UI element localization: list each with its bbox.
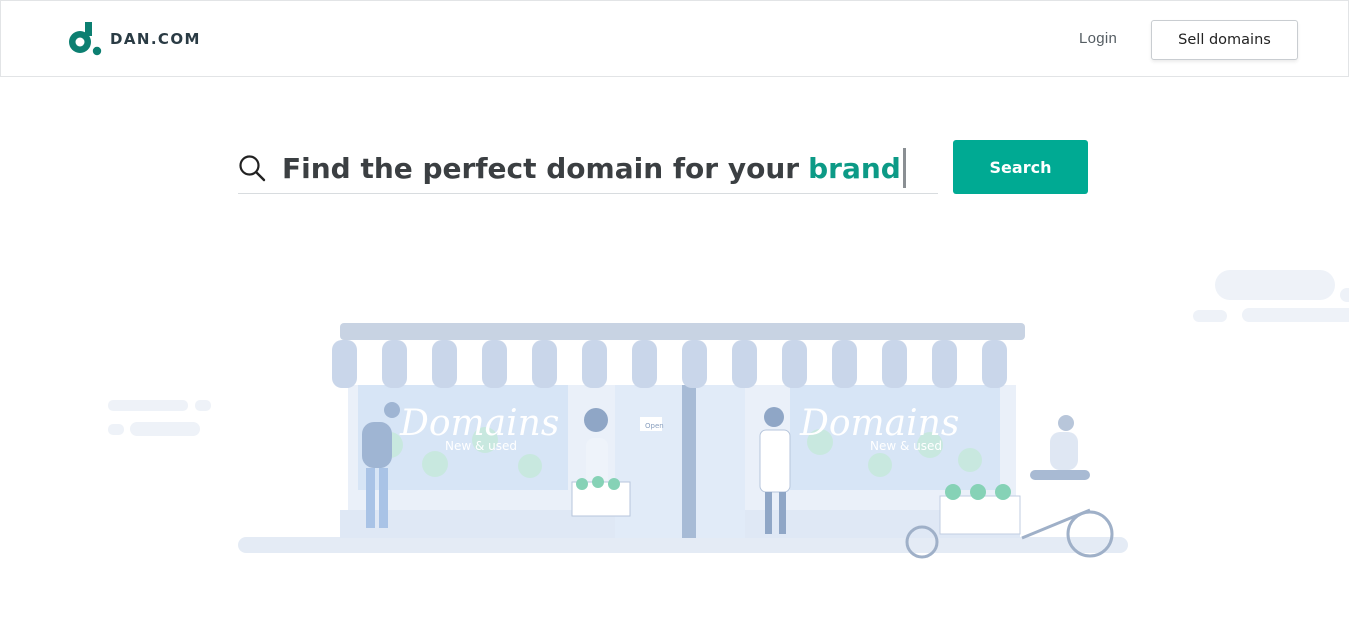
search-prompt-text: Find the perfect domain for your [282, 151, 800, 185]
cloud-left [108, 400, 211, 436]
window-sign-left: Domains [399, 403, 559, 444]
shop-door [615, 385, 745, 538]
text-caret [902, 148, 906, 188]
search-button[interactable]: Search [953, 140, 1088, 194]
dan-logo-icon [69, 22, 102, 56]
awning-stripes [332, 340, 1032, 388]
window-sign-right: Domains [799, 403, 959, 444]
storefront-illustration: Domains New & used Domains New & used Op… [108, 270, 1349, 559]
search-highlight-word: brand [808, 151, 901, 185]
sidewalk [238, 537, 1128, 553]
search-icon [239, 155, 266, 182]
site-header: DAN.COM Login Sell domains [0, 0, 1349, 77]
cloud-right [1193, 270, 1349, 322]
awning-top [340, 323, 1025, 340]
window-sign-left-sub: New & used [445, 439, 517, 453]
search-input[interactable]: Find the perfect domain for your brand [282, 148, 906, 188]
dan-logo[interactable]: DAN.COM [68, 22, 201, 56]
door-sign: Open [645, 422, 664, 430]
window-sign-right-sub: New & used [870, 439, 942, 453]
search-field[interactable]: Find the perfect domain for your brand [238, 140, 938, 194]
login-link[interactable]: Login [1079, 30, 1117, 47]
sell-domains-button[interactable]: Sell domains [1151, 20, 1298, 60]
brand-name: DAN.COM [110, 30, 201, 48]
